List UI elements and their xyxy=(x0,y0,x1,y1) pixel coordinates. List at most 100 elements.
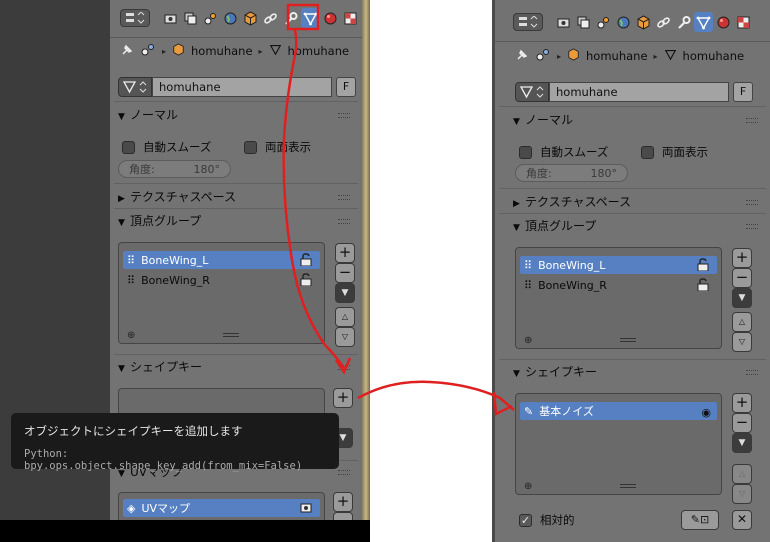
tab-render-layers[interactable] xyxy=(574,12,593,32)
list-resize-grip[interactable] xyxy=(620,484,636,488)
double-sided-checkbox[interactable]: 両面表示 xyxy=(641,144,708,160)
remove-vertex-group-button[interactable]: − xyxy=(732,268,752,288)
section-texture-space-header[interactable]: ▶ テクスチャスペース xyxy=(513,192,762,212)
pin-icon[interactable] xyxy=(120,43,134,60)
camera-render-icon[interactable] xyxy=(300,501,312,514)
drag-grip-icon[interactable] xyxy=(746,200,758,205)
drag-grip-icon[interactable] xyxy=(338,113,350,118)
tab-texture[interactable] xyxy=(734,12,753,32)
fake-user-button[interactable]: F xyxy=(336,77,356,97)
add-vertex-group-button[interactable]: + xyxy=(335,243,355,263)
checkbox-checked[interactable]: ✓ xyxy=(519,513,532,527)
drag-grip-icon[interactable] xyxy=(746,370,758,375)
vertex-group-item[interactable]: ⠿ BoneWing_L xyxy=(520,256,717,274)
drag-grip-icon[interactable] xyxy=(746,224,758,229)
tab-constraints[interactable] xyxy=(261,8,280,28)
fake-user-button[interactable]: F xyxy=(733,82,753,102)
tab-constraints[interactable] xyxy=(654,12,673,32)
double-sided-checkbox[interactable]: 両面表示 xyxy=(244,139,311,155)
section-vertex-groups-header[interactable]: ▼ 頂点グループ xyxy=(118,211,354,231)
checkbox-box[interactable] xyxy=(641,145,654,159)
tab-modifiers[interactable] xyxy=(281,8,300,28)
section-normals-header[interactable]: ▼ ノーマル xyxy=(513,110,762,130)
move-down-button[interactable]: ▽ xyxy=(335,327,355,347)
move-up-button[interactable]: △ xyxy=(732,464,752,484)
clear-shape-key-button[interactable]: ✕ xyxy=(732,510,752,530)
tab-render-layers[interactable] xyxy=(181,8,200,28)
tab-render[interactable] xyxy=(161,8,180,28)
tab-world[interactable] xyxy=(614,12,633,32)
shape-key-list[interactable]: ✎ 基本ノイズ ◉ ⊕ xyxy=(515,393,722,495)
vertex-group-item[interactable]: ⠿ BoneWing_R xyxy=(520,276,717,294)
checkbox-box[interactable] xyxy=(244,140,257,154)
tab-material[interactable] xyxy=(321,8,340,28)
vertex-group-list[interactable]: ⠿ BoneWing_L ⠿ BoneWing_R ⊕ xyxy=(118,242,325,344)
eye-icon[interactable]: ◉ xyxy=(701,406,711,419)
tab-object[interactable] xyxy=(241,8,260,28)
relative-checkbox[interactable]: ✓ 相対的 xyxy=(519,512,575,528)
mesh-browse-button[interactable] xyxy=(118,77,152,97)
vertex-group-item[interactable]: ⠿ BoneWing_L xyxy=(123,251,320,269)
angle-field[interactable]: 角度: 180° xyxy=(515,164,628,182)
move-down-button[interactable]: ▽ xyxy=(732,332,752,352)
add-shape-key-button[interactable]: + xyxy=(732,393,752,413)
unlock-icon[interactable] xyxy=(300,253,312,266)
move-up-button[interactable]: △ xyxy=(335,307,355,327)
remove-vertex-group-button[interactable]: − xyxy=(335,263,355,283)
vertex-group-specials-button[interactable]: ▼ xyxy=(335,283,355,303)
move-down-button[interactable]: ▽ xyxy=(732,484,752,504)
add-shape-key-button[interactable]: + xyxy=(333,388,353,408)
tab-world[interactable] xyxy=(221,8,240,28)
editor-type-menu[interactable] xyxy=(513,13,543,31)
remove-uv-map-button[interactable]: − xyxy=(333,512,353,520)
editor-type-menu[interactable] xyxy=(120,9,150,27)
add-vertex-group-button[interactable]: + xyxy=(732,248,752,268)
move-up-button[interactable]: △ xyxy=(732,312,752,332)
tab-scene[interactable] xyxy=(201,8,220,28)
mesh-browse-button[interactable] xyxy=(515,82,549,102)
mesh-name-field[interactable]: homuhane xyxy=(152,77,332,97)
drag-grip-icon[interactable] xyxy=(338,219,350,224)
list-filter-icon[interactable]: ⊕ xyxy=(524,481,532,492)
drag-grip-icon[interactable] xyxy=(338,365,350,370)
shape-key-specials-button[interactable]: ▼ xyxy=(732,433,752,453)
tab-mesh-data[interactable] xyxy=(301,8,320,28)
uv-map-list[interactable]: ◈ UVマップ xyxy=(118,492,325,520)
tab-modifiers[interactable] xyxy=(674,12,693,32)
add-uv-map-button[interactable]: + xyxy=(333,492,353,512)
list-filter-icon[interactable]: ⊕ xyxy=(524,335,532,346)
list-filter-icon[interactable]: ⊕ xyxy=(127,330,135,341)
drag-grip-icon[interactable] xyxy=(746,118,758,123)
section-shape-keys-header[interactable]: ▼ シェイプキー xyxy=(118,357,354,377)
list-resize-grip[interactable] xyxy=(620,338,636,342)
section-texture-space-header[interactable]: ▶ テクスチャスペース xyxy=(118,187,354,207)
remove-shape-key-button[interactable]: − xyxy=(732,413,752,433)
tab-scene[interactable] xyxy=(594,12,613,32)
auto-smooth-checkbox[interactable]: 自動スムーズ xyxy=(519,144,608,160)
section-vertex-groups-header[interactable]: ▼ 頂点グループ xyxy=(513,216,762,236)
vertex-group-list[interactable]: ⠿ BoneWing_L ⠿ BoneWing_R ⊕ xyxy=(515,247,722,349)
tab-mesh-data[interactable] xyxy=(694,12,713,32)
tab-object[interactable] xyxy=(634,12,653,32)
auto-smooth-checkbox[interactable]: 自動スムーズ xyxy=(122,139,211,155)
pin-icon[interactable] xyxy=(515,48,529,65)
shape-key-item[interactable]: ✎ 基本ノイズ ◉ xyxy=(520,402,717,420)
uv-map-item[interactable]: ◈ UVマップ xyxy=(123,499,320,517)
section-shape-keys-header[interactable]: ▼ シェイプキー xyxy=(513,362,762,382)
vertex-group-item[interactable]: ⠿ BoneWing_R xyxy=(123,271,320,289)
mesh-name-field[interactable]: homuhane xyxy=(549,82,729,102)
checkbox-box[interactable] xyxy=(519,145,532,159)
tab-texture[interactable] xyxy=(341,8,360,28)
shape-key-pin-button[interactable]: ✎⊡ xyxy=(681,510,719,530)
unlock-icon[interactable] xyxy=(697,258,709,271)
tab-material[interactable] xyxy=(714,12,733,32)
drag-grip-icon[interactable] xyxy=(338,470,350,475)
list-resize-grip[interactable] xyxy=(223,333,239,337)
angle-field[interactable]: 角度: 180° xyxy=(118,160,231,178)
vertex-group-specials-button[interactable]: ▼ xyxy=(732,288,752,308)
checkbox-box[interactable] xyxy=(122,140,135,154)
unlock-icon[interactable] xyxy=(300,273,312,286)
tab-render[interactable] xyxy=(554,12,573,32)
section-normals-header[interactable]: ▼ ノーマル xyxy=(118,105,354,125)
drag-grip-icon[interactable] xyxy=(338,195,350,200)
